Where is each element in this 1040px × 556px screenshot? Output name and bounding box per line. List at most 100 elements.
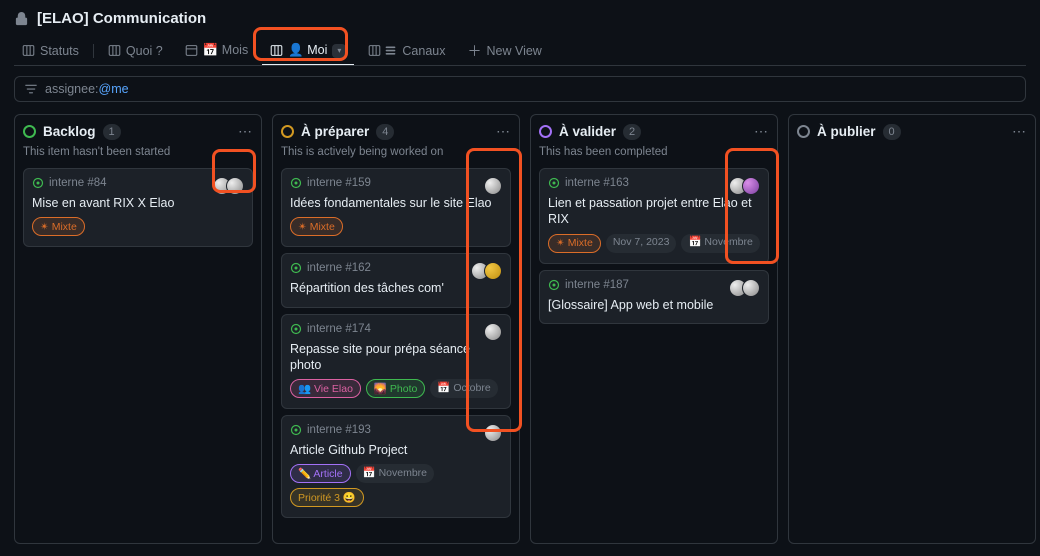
avatar <box>484 262 502 280</box>
column-menu-button[interactable]: ⋯ <box>496 123 511 140</box>
column-description: This item hasn't been started <box>23 146 253 158</box>
list-icon <box>384 44 397 57</box>
card[interactable]: interne #174 Repasse site pour prépa séan… <box>281 314 511 410</box>
status-dot-icon <box>797 125 810 138</box>
card-title: Repasse site pour prépa séance photo <box>290 341 502 374</box>
board-icon <box>22 44 35 57</box>
column-menu-button[interactable]: ⋯ <box>1012 123 1027 140</box>
lock-icon <box>14 11 29 26</box>
card-title: [Glossaire] App web et mobile <box>548 297 760 313</box>
issue-open-icon <box>548 177 560 189</box>
card-title: Article Github Project <box>290 442 502 458</box>
column-a_publier: À publier 0 ⋯ <box>788 114 1036 544</box>
tab-statuts[interactable]: Statuts <box>14 38 87 65</box>
status-dot-icon <box>281 125 294 138</box>
assignee-avatars[interactable] <box>734 279 760 297</box>
avatar <box>484 323 502 341</box>
assignee-avatars[interactable] <box>734 177 760 195</box>
card-title: Idées fondamentales sur le site Elao <box>290 195 502 211</box>
filter-icon <box>25 83 37 95</box>
assignee-avatars[interactable] <box>489 323 502 341</box>
column-backlog: Backlog 1 ⋯ This item hasn't been started in… <box>14 114 262 544</box>
column-header: Backlog 1 ⋯ <box>23 123 253 140</box>
column-title: Backlog <box>43 124 96 139</box>
status-dot-icon <box>539 125 552 138</box>
tab-new-view[interactable]: ＋ New View <box>459 38 549 65</box>
avatar <box>742 279 760 297</box>
card-reference: interne #174 <box>290 323 502 335</box>
card-labels: ✴︎ Mixte <box>290 217 502 236</box>
card-reference: interne #193 <box>290 424 502 436</box>
date-chip: Nov 7, 2023 <box>606 234 677 253</box>
card-labels: 👥 Vie Elao🌄 Photo📅 Octobre <box>290 379 502 398</box>
tab-canaux[interactable]: Canaux <box>360 38 453 65</box>
column-a_preparer: À préparer4⋯This is actively being worke… <box>272 114 520 544</box>
board-icon <box>108 44 121 57</box>
tab-moi[interactable]: 👤 Moi ▾ <box>262 37 354 65</box>
filter-value: @me <box>99 82 129 96</box>
board-icon <box>368 44 381 57</box>
column-title: À publier <box>817 124 876 139</box>
chevron-down-icon[interactable]: ▾ <box>332 44 346 58</box>
avatar <box>226 177 244 195</box>
issue-open-icon <box>290 177 302 189</box>
label: ✴︎ Mixte <box>548 234 601 253</box>
page-title: [ELAO] Communication <box>37 10 206 27</box>
issue-open-icon <box>32 177 44 189</box>
tab-quoi[interactable]: Quoi ? <box>100 38 171 65</box>
card-title: Mise en avant RIX X Elao <box>32 195 244 211</box>
issue-open-icon <box>290 262 302 274</box>
card-labels: ✏️ Article📅 NovembrePriorité 3 😀 <box>290 464 502 507</box>
column-description: This has been completed <box>539 146 769 158</box>
label: 📅 Novembre <box>356 464 434 483</box>
column-count: 2 <box>623 124 641 140</box>
card[interactable]: interne #163Lien et passation projet ent… <box>539 168 769 264</box>
assignee-avatars[interactable] <box>489 424 502 442</box>
assignee-avatars[interactable] <box>489 177 502 195</box>
label: 📅 Octobre <box>430 379 497 398</box>
card[interactable]: interne #84Mise en avant RIX X Elao✴︎ Mi… <box>23 168 253 247</box>
avatar <box>484 177 502 195</box>
assignee-avatars[interactable] <box>476 262 502 280</box>
board: Backlog 1 ⋯ This item hasn't been started in… <box>0 102 1040 556</box>
plus-icon: ＋ <box>467 44 481 58</box>
column-header: À publier 0 ⋯ <box>797 123 1027 140</box>
card[interactable]: interne #162Répartition des tâches com' <box>281 253 511 307</box>
column-count: 0 <box>883 124 901 140</box>
label: ✴︎ Mixte <box>32 217 85 236</box>
card[interactable]: interne #193Article Github Project✏️ Art… <box>281 415 511 518</box>
column-title: À valider <box>559 124 616 139</box>
card[interactable]: interne #159 Idées fondamentales sur le s… <box>281 168 511 247</box>
label: ✴︎ Mixte <box>290 217 343 236</box>
tab-separator <box>93 44 94 58</box>
card-title: Répartition des tâches com' <box>290 280 502 296</box>
column-a_valider: À valider 2 ⋯ This has been completed intern… <box>530 114 778 544</box>
card[interactable]: interne #187[Glossaire] App web et mobil… <box>539 270 769 324</box>
column-menu-button[interactable]: ⋯ <box>238 123 253 140</box>
label: Priorité 3 😀 <box>290 488 364 507</box>
tab-label: Quoi ? <box>126 44 163 58</box>
label: 📅 Novembre <box>681 234 759 253</box>
assignee-avatars[interactable] <box>218 177 244 195</box>
label: 👥 Vie Elao <box>290 379 361 398</box>
tab-label: 👤 Moi <box>288 43 327 58</box>
avatar <box>742 177 760 195</box>
status-dot-icon <box>23 125 36 138</box>
filter-bar[interactable]: assignee:@me <box>14 76 1026 102</box>
avatar <box>484 424 502 442</box>
card-reference: interne #159 <box>290 177 502 189</box>
column-count: 1 <box>103 124 121 140</box>
column-count: 4 <box>376 124 394 140</box>
tab-label: Canaux <box>402 44 445 58</box>
filter-text: assignee:@me <box>45 82 129 96</box>
board-icon <box>270 44 283 57</box>
tab-label: 📅 Mois <box>203 43 248 58</box>
column-header: À valider 2 ⋯ <box>539 123 769 140</box>
issue-open-icon <box>290 323 302 335</box>
column-menu-button[interactable]: ⋯ <box>754 123 769 140</box>
card-labels: ✴︎ Mixte Nov 7, 2023📅 Novembre <box>548 234 760 253</box>
tab-label: New View <box>486 44 541 58</box>
title-row: [ELAO] Communication <box>14 10 1026 27</box>
column-title: À préparer <box>301 124 369 139</box>
tab-mois[interactable]: 📅 Mois <box>177 37 256 65</box>
